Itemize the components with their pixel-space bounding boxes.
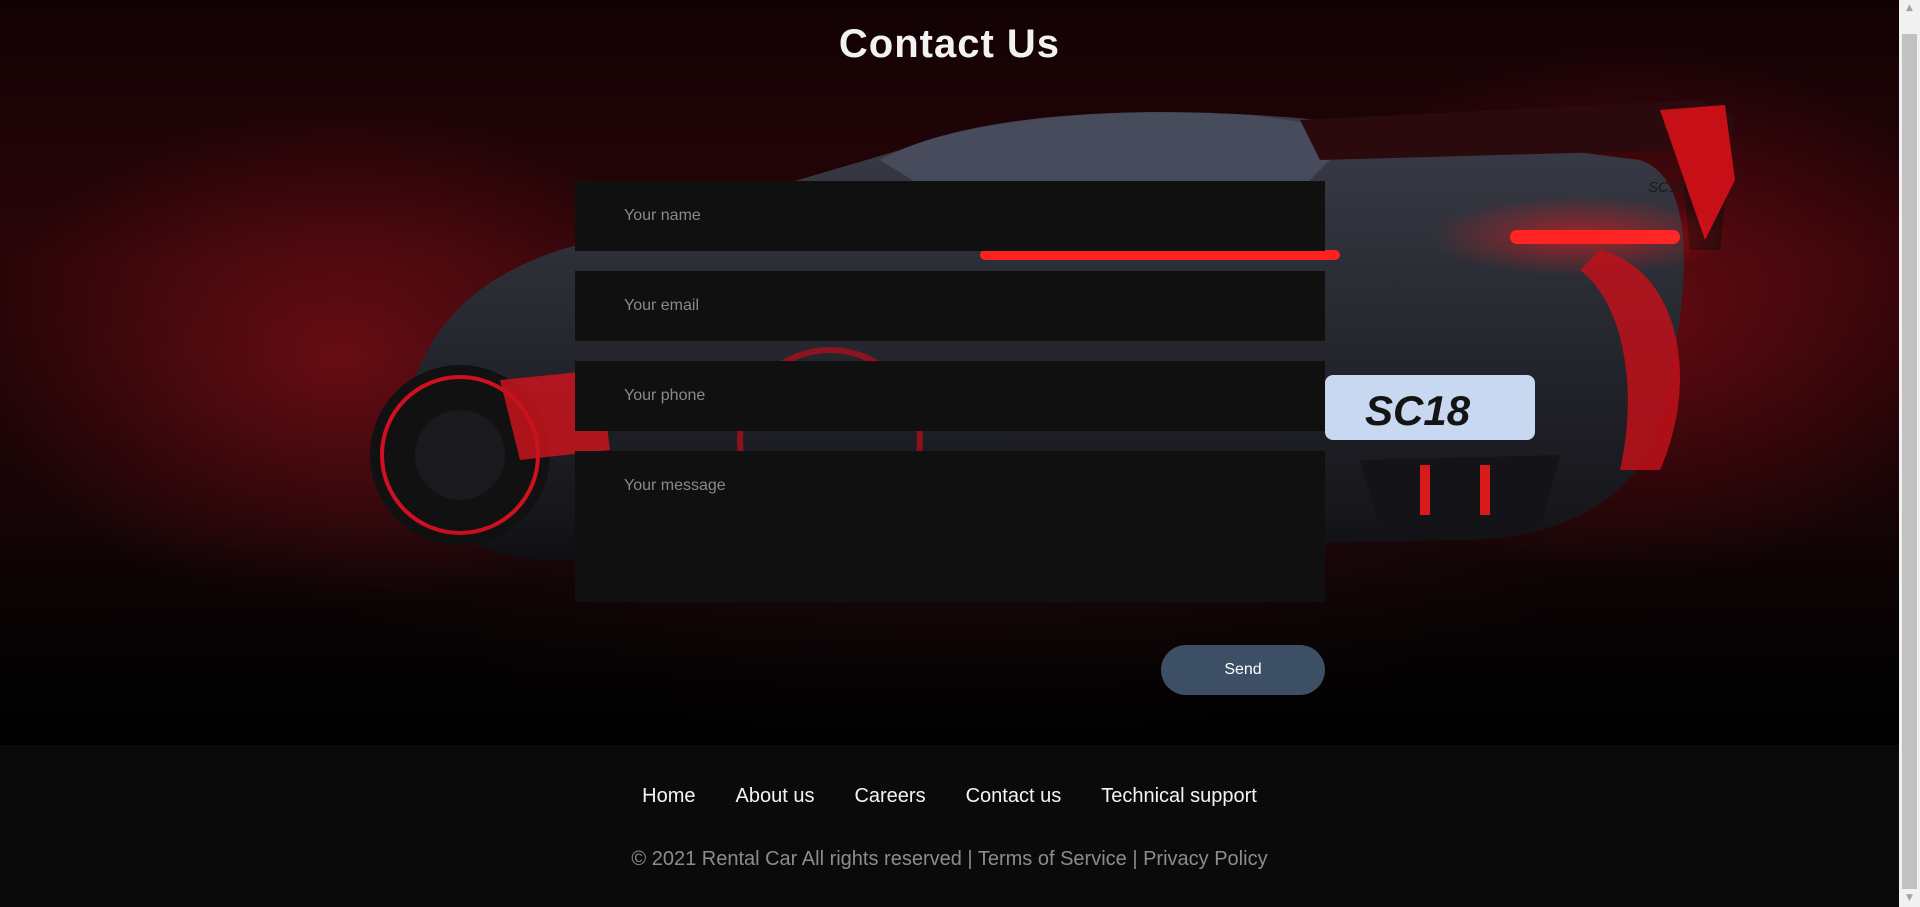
send-button[interactable]: Send [1161, 645, 1325, 695]
footer: Home About us Careers Contact us Technic… [0, 745, 1899, 907]
footer-link-about[interactable]: About us [736, 785, 815, 808]
scroll-up-icon[interactable]: ▲ [1899, 0, 1920, 17]
footer-link-careers[interactable]: Careers [854, 785, 925, 808]
footer-link-support[interactable]: Technical support [1101, 785, 1257, 808]
copyright-text: © 2021 Rental Car All rights reserved [631, 848, 962, 870]
wing-badge-text: SC18 [1648, 179, 1686, 196]
page-title: Contact Us [838, 22, 1061, 66]
privacy-link[interactable]: Privacy Policy [1143, 848, 1267, 870]
name-field[interactable] [575, 181, 1325, 251]
hero-background: SC18 SC18 Contact Us Send [0, 0, 1899, 745]
phone-field[interactable] [575, 361, 1325, 431]
footer-link-contact[interactable]: Contact us [966, 785, 1062, 808]
copyright-line: © 2021 Rental Car All rights reserved | … [0, 848, 1899, 871]
scroll-thumb[interactable] [1902, 34, 1917, 889]
vertical-scrollbar[interactable]: ▲ ▼ [1899, 0, 1920, 907]
separator: | [967, 848, 973, 870]
terms-link[interactable]: Terms of Service [978, 848, 1127, 870]
separator: | [1132, 848, 1138, 870]
email-field[interactable] [575, 271, 1325, 341]
footer-link-home[interactable]: Home [642, 785, 695, 808]
license-plate-text: SC18 [1365, 387, 1471, 434]
message-field[interactable] [575, 451, 1325, 602]
footer-nav: Home About us Careers Contact us Technic… [0, 785, 1899, 808]
scroll-down-icon[interactable]: ▼ [1899, 890, 1920, 907]
